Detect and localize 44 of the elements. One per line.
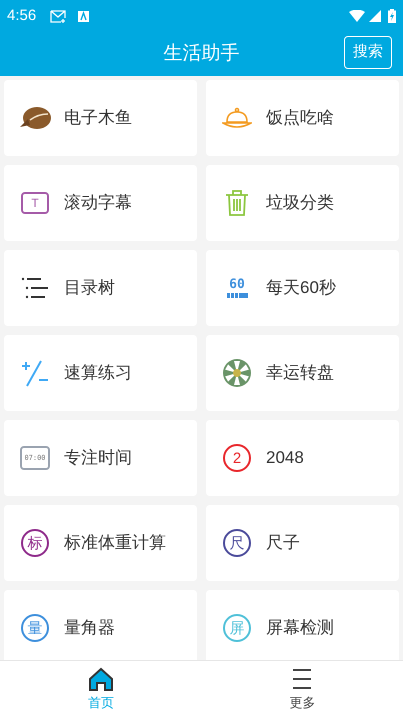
tool-card[interactable]: 电子木鱼	[4, 80, 197, 156]
status-time: 4:56	[7, 6, 36, 26]
trash-icon	[225, 189, 249, 217]
tool-label: 垃圾分类	[266, 192, 334, 214]
tool-label: 目录树	[64, 277, 115, 300]
mail-icon	[50, 10, 66, 22]
tool-label: 幸运转盘	[266, 362, 334, 384]
tool-card[interactable]: 屏 屏幕检测	[206, 590, 399, 660]
tool-label: 速算练习	[64, 362, 132, 384]
app-title: 生活助手	[164, 42, 240, 66]
keyboard-icon	[78, 10, 90, 22]
tool-card[interactable]: 标 标准体重计算	[4, 505, 197, 581]
text-frame-icon: T	[21, 192, 49, 214]
tool-label: 屏幕检测	[266, 617, 334, 640]
tool-card[interactable]: 饭点吃啥	[206, 80, 399, 156]
tool-label: 量角器	[64, 617, 115, 640]
tool-card[interactable]: 垃圾分类	[206, 165, 399, 241]
battery-icon	[388, 9, 396, 23]
plus-minus-icon	[21, 359, 49, 387]
tool-card[interactable]: 量 量角器	[4, 590, 197, 660]
tool-label: 每天60秒	[266, 277, 336, 300]
tool-label: 标准体重计算	[64, 532, 166, 554]
signal-icon	[369, 10, 381, 22]
nav-tab[interactable]: 更多	[202, 661, 403, 718]
home-icon	[88, 666, 114, 691]
wifi-icon	[349, 10, 365, 22]
menu-icon	[291, 666, 314, 691]
tool-label: 尺子	[266, 532, 300, 554]
tool-card[interactable]: 2 2048	[206, 420, 399, 496]
tool-card[interactable]: 尺 尺子	[206, 505, 399, 581]
tool-card[interactable]: 幸运转盘	[206, 335, 399, 411]
tool-label: 滚动字幕	[64, 192, 132, 214]
tool-card[interactable]: T 滚动字幕	[4, 165, 197, 241]
wheel-icon	[223, 359, 251, 387]
tool-card[interactable]: 60 每天60秒	[206, 250, 399, 326]
tool-label: 2048	[266, 447, 304, 470]
tool-card[interactable]: 目录树	[4, 250, 197, 326]
tool-label: 饭点吃啥	[266, 107, 334, 130]
tool-label: 电子木鱼	[64, 107, 132, 130]
wooden-fish-icon	[18, 105, 52, 131]
food-cover-icon	[222, 107, 252, 129]
list-icon	[21, 277, 49, 299]
tool-label: 专注时间	[64, 447, 132, 470]
tool-card[interactable]: 速算练习	[4, 335, 197, 411]
